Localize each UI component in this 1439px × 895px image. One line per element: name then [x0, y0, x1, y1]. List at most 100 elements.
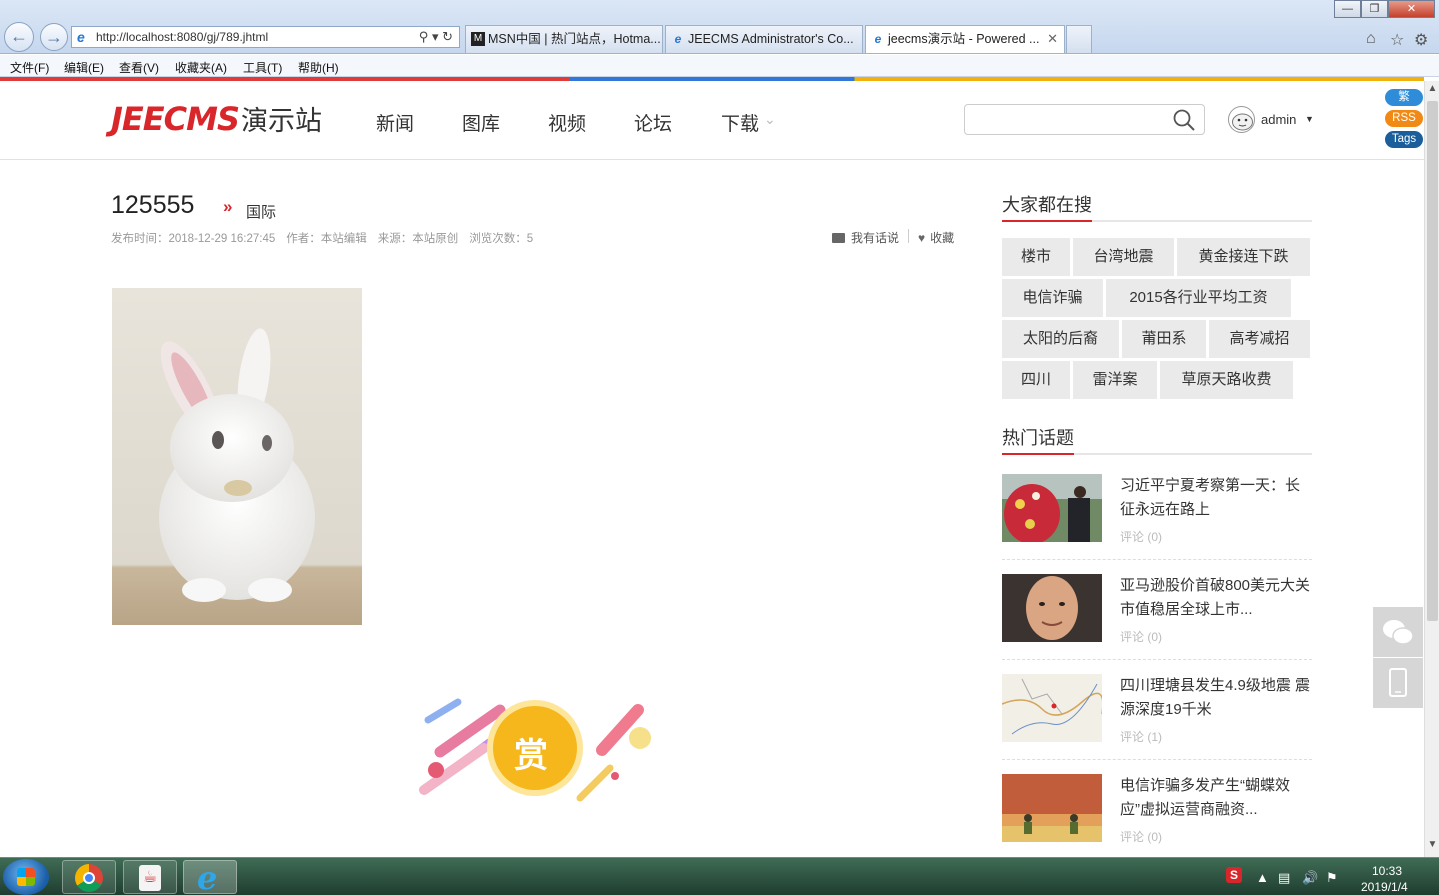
comment-label: 我有话说 — [851, 231, 900, 245]
back-arrow-icon: ← — [10, 26, 28, 46]
menu-help[interactable]: 帮助(H) — [298, 59, 339, 76]
site-header: JEECMS演示站 新闻 图库 视频 论坛 下载 ⌄ admin ▼ — [0, 81, 1424, 160]
heart-icon: ♥ — [918, 231, 926, 245]
topic-comment-count[interactable]: 评论 (0) — [1120, 628, 1162, 645]
menu-edit[interactable]: 编辑(E) — [64, 59, 104, 76]
clock-date[interactable]: 2019/1/4 — [1361, 880, 1408, 894]
reward-button[interactable]: 赏 — [410, 690, 660, 810]
topic-item[interactable]: 四川理塘县发生4.9级地震 震源深度19千米 评论 (1) — [1002, 674, 1312, 760]
site-logo[interactable]: JEECMS演示站 — [111, 99, 322, 138]
settings-gear-icon[interactable]: ⚙ — [1414, 30, 1428, 50]
username[interactable]: admin — [1261, 112, 1296, 127]
tab-jeecms-site[interactable]: e jeecms演示站 - Powered ... ✕ — [865, 25, 1065, 53]
heading-underline — [1002, 453, 1312, 455]
tag-item[interactable]: 莆田系 — [1122, 320, 1206, 358]
refresh-icon[interactable]: ↻ — [442, 29, 453, 44]
tags-badge[interactable]: Tags — [1385, 131, 1423, 148]
topic-item[interactable]: 亚马逊股价首破800美元大关 市值稳居全球上市... 评论 (0) — [1002, 574, 1312, 660]
topic-comment-count[interactable]: 评论 (0) — [1120, 828, 1162, 845]
menu-file[interactable]: 文件(F) — [10, 59, 49, 76]
close-tab-icon[interactable]: ✕ — [1047, 26, 1058, 52]
topic-thumbnail[interactable] — [1002, 474, 1102, 542]
mobile-view-button[interactable] — [1373, 658, 1423, 708]
avatar-face-icon — [1232, 113, 1253, 131]
traditional-chinese-badge[interactable]: 繁 — [1385, 89, 1423, 106]
tag-item[interactable]: 太阳的后裔 — [1002, 320, 1119, 358]
topic-title[interactable]: 习近平宁夏考察第一天：长征永远在路上 — [1120, 474, 1314, 522]
taskbar-ie[interactable]: e — [183, 859, 237, 895]
favorite-link[interactable]: ♥ 收藏 — [918, 229, 954, 246]
new-tab-button[interactable] — [1066, 25, 1092, 53]
topic-thumbnail[interactable] — [1002, 574, 1102, 642]
topic-item[interactable]: 电信诈骗多发产生“蝴蝶效应”虚拟运营商融资... 评论 (0) — [1002, 774, 1312, 860]
maximize-button[interactable]: ❐ — [1361, 0, 1388, 18]
browser-titlebar: ← → e http://localhost:8080/gj/789.jhtml… — [0, 0, 1439, 54]
search-icon[interactable] — [1172, 108, 1196, 132]
dropdown-icon[interactable]: ▾ — [432, 29, 439, 44]
scroll-up-icon[interactable]: ▲ — [1425, 83, 1439, 98]
favorites-star-icon[interactable]: ☆ — [1390, 30, 1404, 50]
network-icon[interactable]: ▤ — [1278, 870, 1290, 886]
forward-button[interactable]: → — [40, 23, 68, 51]
tag-item[interactable]: 台湾地震 — [1073, 238, 1174, 276]
rss-badge[interactable]: RSS — [1385, 110, 1423, 127]
vertical-scrollbar[interactable]: ▲ ▼ — [1424, 81, 1439, 857]
tray-expand-icon[interactable]: ▲ — [1256, 870, 1269, 885]
tab-msn[interactable]: M MSN中国 | 热门站点，Hotma... — [465, 25, 663, 53]
scroll-down-icon[interactable]: ▼ — [1425, 839, 1439, 854]
minimize-button[interactable]: — — [1334, 0, 1361, 18]
tag-item[interactable]: 雷洋案 — [1073, 361, 1157, 399]
article-category[interactable]: 国际 — [246, 201, 276, 222]
forward-arrow-icon: → — [45, 27, 63, 47]
sogou-input-icon[interactable]: S — [1226, 867, 1242, 883]
taskbar-chrome[interactable] — [62, 860, 116, 894]
tag-item[interactable]: 楼市 — [1002, 238, 1070, 276]
topic-title[interactable]: 电信诈骗多发产生“蝴蝶效应”虚拟运营商融资... — [1120, 774, 1314, 822]
close-window-button[interactable]: ✕ — [1388, 0, 1435, 18]
scroll-thumb[interactable] — [1427, 101, 1438, 621]
caret-down-icon[interactable]: ▼ — [1305, 114, 1314, 124]
search-icon[interactable]: ⚲ — [419, 29, 429, 44]
topic-title[interactable]: 四川理塘县发生4.9级地震 震源深度19千米 — [1120, 674, 1314, 722]
topic-comment-count[interactable]: 评论 (0) — [1120, 528, 1162, 545]
topic-comment-count[interactable]: 评论 (1) — [1120, 728, 1162, 745]
tab-jeecms-admin[interactable]: e JEECMS Administrator's Co... — [665, 25, 863, 53]
tag-item[interactable]: 高考减招 — [1209, 320, 1310, 358]
menu-view[interactable]: 查看(V) — [119, 59, 159, 76]
volume-icon[interactable]: 🔊 — [1302, 870, 1318, 886]
wechat-share-button[interactable] — [1373, 607, 1423, 657]
logo-cn: 演示站 — [241, 106, 322, 137]
nav-video[interactable]: 视频 — [548, 109, 586, 136]
avatar[interactable] — [1228, 106, 1255, 133]
comment-link[interactable]: 我有话说 — [832, 229, 899, 246]
menu-tools[interactable]: 工具(T) — [243, 59, 282, 76]
tag-item[interactable]: 草原天路收费 — [1160, 361, 1293, 399]
heading-underline — [1002, 220, 1312, 222]
comment-bubble-icon — [832, 233, 845, 243]
topic-thumbnail[interactable] — [1002, 674, 1102, 742]
action-center-flag-icon[interactable]: ⚑ — [1326, 870, 1338, 886]
address-bar[interactable]: e http://localhost:8080/gj/789.jhtml ⚲ ▾… — [71, 26, 460, 48]
tag-item[interactable]: 黄金接连下跌 — [1177, 238, 1310, 276]
nav-gallery[interactable]: 图库 — [462, 109, 500, 136]
start-button[interactable] — [3, 859, 49, 895]
nav-forum[interactable]: 论坛 — [634, 109, 672, 136]
tab-label: MSN中国 | 热门站点，Hotma... — [488, 32, 661, 46]
mobile-phone-icon — [1389, 668, 1407, 697]
tag-item[interactable]: 四川 — [1002, 361, 1070, 399]
topic-thumbnail[interactable] — [1002, 774, 1102, 842]
back-button[interactable]: ← — [4, 22, 34, 52]
author: 作者：本站编辑 — [286, 233, 367, 245]
topic-item[interactable]: 习近平宁夏考察第一天：长征永远在路上 评论 (0) — [1002, 474, 1312, 560]
topic-title[interactable]: 亚马逊股价首破800美元大关 市值稳居全球上市... — [1120, 574, 1314, 622]
tag-item[interactable]: 2015各行业平均工资 — [1106, 279, 1291, 317]
taskbar-java[interactable]: ☕ — [123, 860, 177, 894]
clock-time[interactable]: 10:33 — [1372, 864, 1402, 878]
menu-favorites[interactable]: 收藏夹(A) — [175, 59, 227, 76]
home-icon[interactable]: ⌂ — [1366, 30, 1376, 48]
tag-item[interactable]: 电信诈骗 — [1002, 279, 1103, 317]
search-input[interactable] — [964, 104, 1205, 135]
nav-news[interactable]: 新闻 — [376, 109, 414, 136]
nav-download[interactable]: 下载 — [721, 109, 759, 136]
divider — [908, 229, 909, 243]
